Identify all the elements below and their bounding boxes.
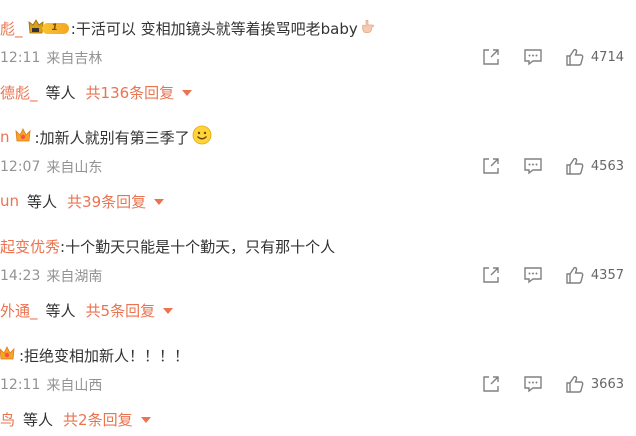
reply-username[interactable]: 外通_ — [0, 300, 38, 321]
comment-item: 彪_ 1 :干活可以 变相加镜头就等着挨骂吧老baby 12:11 来自吉林 4… — [0, 0, 636, 109]
comment-location: 来自湖南 — [46, 269, 103, 285]
comment-text: :十个勤天只能是十个勤天，只有那十个人 — [60, 237, 336, 256]
comment-icon — [524, 49, 542, 66]
like-button[interactable]: 4563 — [565, 156, 624, 176]
smile-emoji-icon — [192, 125, 212, 149]
crown-icon[interactable] — [14, 126, 32, 148]
like-button[interactable]: 3663 — [565, 374, 624, 394]
reply-username[interactable]: un — [0, 192, 19, 210]
reply-summary[interactable]: 德彪_ 等人 共136条回复 — [0, 81, 193, 103]
thumbs-up-icon — [566, 157, 584, 175]
reply-count-link[interactable]: 共2条回复 — [63, 409, 133, 430]
reply-count-link[interactable]: 共136条回复 — [86, 82, 175, 103]
comment-text: :加新人就别有第三季了 — [34, 128, 190, 147]
comment-meta: 12:11 来自山西 — [0, 375, 102, 395]
thumbs-up-icon — [566, 266, 584, 284]
comment-username[interactable]: 起变优秀 — [0, 236, 60, 257]
reply-summary[interactable]: un 等人 共39条回复 — [0, 190, 165, 212]
comment-location: 来自山东 — [46, 160, 103, 176]
comment-time: 12:11 — [0, 50, 41, 66]
comment-username[interactable]: n — [0, 128, 10, 146]
comment-actions: 4714 — [481, 46, 624, 68]
reply-others: 等人 — [23, 410, 54, 429]
like-count: 4563 — [590, 158, 624, 174]
comment-time: 12:07 — [0, 159, 41, 175]
vip-crown-icon — [28, 19, 69, 34]
caret-down-icon[interactable] — [140, 410, 151, 428]
like-count: 4714 — [590, 49, 624, 65]
share-icon — [483, 376, 499, 392]
comment-line: :拒绝变相加新人！！！！ — [0, 343, 189, 367]
vip-badge[interactable]: 1 — [27, 19, 77, 37]
share-button[interactable] — [481, 156, 501, 176]
comment-button[interactable] — [523, 156, 543, 176]
thumbs-up-icon — [566, 48, 584, 66]
comment-meta: 12:07 来自山东 — [0, 157, 102, 177]
comment-item: 起变优秀 :十个勤天只能是十个勤天，只有那十个人 14:23 来自湖南 4357… — [0, 218, 636, 327]
comment-username[interactable]: 彪_ — [0, 18, 23, 39]
caret-down-icon[interactable] — [154, 192, 165, 210]
comment-actions: 4357 — [481, 264, 624, 286]
comment-time: 14:23 — [0, 268, 41, 284]
comment-line: 彪_ 1 :干活可以 变相加镜头就等着挨骂吧老baby — [0, 16, 376, 40]
crown-icon[interactable] — [0, 344, 16, 366]
comment-time: 12:11 — [0, 377, 41, 393]
comment-item: :拒绝变相加新人！！！！ 12:11 来自山西 3663 鸟 等人 共2条回复 — [0, 327, 636, 436]
comment-meta: 12:11 来自吉林 — [0, 48, 102, 68]
share-icon — [483, 267, 499, 283]
comment-location: 来自吉林 — [46, 51, 103, 67]
reply-count-link[interactable]: 共5条回复 — [86, 300, 156, 321]
share-icon — [483, 49, 499, 65]
comment-button[interactable] — [523, 265, 543, 285]
comment-actions: 3663 — [481, 373, 624, 395]
comment-item: n :加新人就别有第三季了 12:07 来自山东 4563 un 等人 共39条… — [0, 109, 636, 218]
share-button[interactable] — [481, 265, 501, 285]
caret-down-icon[interactable] — [163, 301, 174, 319]
comment-icon — [524, 158, 542, 175]
reply-others: 等人 — [45, 301, 76, 320]
comment-text: :拒绝变相加新人！！！！ — [19, 346, 190, 365]
comment-icon — [524, 267, 542, 284]
reply-count-link[interactable]: 共39条回复 — [67, 191, 146, 212]
share-icon — [483, 158, 499, 174]
share-button[interactable] — [481, 47, 501, 67]
thumbs-up-icon — [566, 375, 584, 393]
like-button[interactable]: 4714 — [565, 47, 624, 67]
reply-username[interactable]: 鸟 — [0, 409, 15, 430]
comment-line: n :加新人就别有第三季了 — [0, 125, 212, 149]
reply-others: 等人 — [27, 192, 58, 211]
like-count: 3663 — [590, 376, 624, 392]
hand-emoji-icon — [360, 18, 376, 38]
reply-summary[interactable]: 鸟 等人 共2条回复 — [0, 408, 151, 430]
comment-text: :干活可以 变相加镜头就等着挨骂吧老baby — [70, 19, 358, 38]
reply-username[interactable]: 德彪_ — [0, 82, 38, 103]
comment-actions: 4563 — [481, 155, 624, 177]
like-count: 4357 — [590, 267, 624, 283]
comment-location: 来自山西 — [46, 378, 103, 394]
comment-button[interactable] — [523, 47, 543, 67]
share-button[interactable] — [481, 374, 501, 394]
comment-icon — [524, 376, 542, 393]
comment-button[interactable] — [523, 374, 543, 394]
caret-down-icon[interactable] — [182, 83, 193, 101]
comment-meta: 14:23 来自湖南 — [0, 266, 102, 286]
comment-line: 起变优秀 :十个勤天只能是十个勤天，只有那十个人 — [0, 234, 335, 258]
vip-level: 1 — [51, 23, 58, 33]
reply-others: 等人 — [45, 83, 76, 102]
like-button[interactable]: 4357 — [565, 265, 624, 285]
reply-summary[interactable]: 外通_ 等人 共5条回复 — [0, 299, 174, 321]
